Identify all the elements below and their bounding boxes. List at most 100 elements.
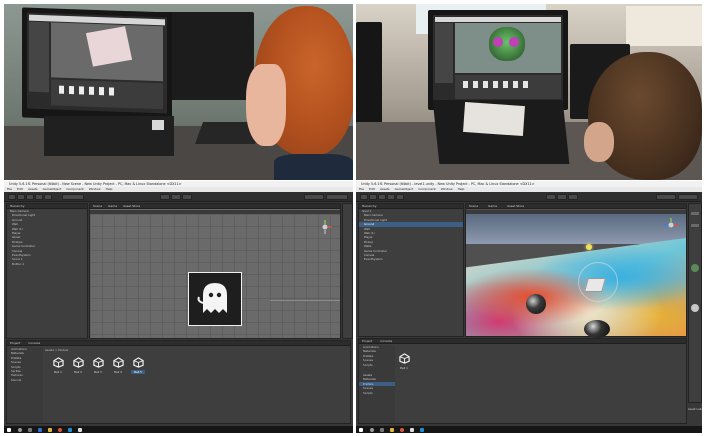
project-tabs: Project Console	[7, 341, 350, 346]
unity-asset-icon[interactable]	[399, 353, 410, 364]
unity-editor-right: Unity 5.6.1f1 Personal (64bit) - level1.…	[356, 181, 702, 433]
scene-sky	[466, 214, 686, 244]
asset-label: Ball 1	[400, 366, 408, 370]
photo-student-right	[356, 4, 702, 180]
step-button[interactable]	[568, 194, 578, 200]
move-tool-button[interactable]	[17, 194, 25, 200]
layers-dropdown[interactable]	[656, 194, 676, 200]
rotate-gizmo[interactable]	[578, 262, 618, 302]
project-breadcrumb: Assets > Models	[45, 348, 69, 352]
unity-asset-icon[interactable]	[113, 357, 124, 368]
rect-tool-button[interactable]	[44, 194, 52, 200]
task-view-icon[interactable]	[28, 427, 32, 432]
tab-project[interactable]: Project	[10, 341, 20, 345]
scene-tabs: Scene Game Asset Store	[90, 204, 340, 209]
move-tool-button[interactable]	[369, 194, 377, 200]
layout-dropdown[interactable]	[678, 194, 698, 200]
folder-item[interactable]: Sounds	[7, 378, 43, 382]
tab-asset-store[interactable]: Asset Store	[507, 204, 524, 208]
project-tabs: Project Console	[359, 339, 686, 344]
pause-button[interactable]	[557, 194, 567, 200]
store-icon[interactable]	[420, 427, 424, 432]
rotate-tool-button[interactable]	[378, 194, 386, 200]
pause-button[interactable]	[171, 194, 181, 200]
ball-object[interactable]	[584, 320, 610, 338]
play-button[interactable]	[546, 194, 556, 200]
file-explorer-icon[interactable]	[390, 427, 394, 432]
search-icon[interactable]	[18, 427, 22, 432]
unity-asset-icon[interactable]	[53, 357, 64, 368]
photo-student-ear	[584, 122, 614, 162]
inspector-panel	[688, 203, 702, 403]
step-button[interactable]	[182, 194, 192, 200]
photo-monitor	[22, 7, 172, 123]
tab-console[interactable]: Console	[28, 341, 40, 345]
photo-screen-image	[85, 26, 133, 67]
unity-asset-icon[interactable]	[73, 357, 84, 368]
unity-asset-icon[interactable]	[93, 357, 104, 368]
tab-game[interactable]: Game	[108, 204, 117, 208]
layers-dropdown[interactable]	[304, 194, 324, 200]
task-view-icon[interactable]	[380, 427, 384, 432]
photo-student-left	[4, 4, 353, 180]
photo-paper	[463, 101, 525, 137]
store-icon[interactable]	[68, 427, 72, 432]
folder-item[interactable]: Scripts	[359, 391, 395, 395]
scale-tool-button[interactable]	[35, 194, 43, 200]
layout-dropdown[interactable]	[326, 194, 348, 200]
unity-taskbar-icon[interactable]	[78, 427, 82, 432]
tab-console[interactable]: Console	[380, 339, 392, 343]
rotate-tool-button[interactable]	[26, 194, 34, 200]
scene-gizmo-icon	[322, 220, 332, 234]
project-panel: Project Console Animations Materials Pre…	[358, 338, 687, 424]
unity-editor-left: Unity 5.6.1f1 Personal (64bit) - New Sce…	[4, 181, 353, 433]
asset-label-selected: Ball 5	[131, 370, 145, 374]
scale-tool-button[interactable]	[387, 194, 395, 200]
pivot-toggle[interactable]	[62, 194, 84, 200]
tab-project[interactable]: Project	[362, 339, 372, 343]
photo-monitor-screen	[433, 15, 563, 103]
hand-tool-button[interactable]	[8, 194, 16, 200]
tab-scene[interactable]: Scene	[469, 204, 478, 208]
file-explorer-icon[interactable]	[48, 427, 52, 432]
scene-axis-line	[270, 300, 340, 301]
windows-start-icon[interactable]	[7, 427, 11, 432]
asset-label: Ball 2	[74, 370, 82, 374]
hierarchy-panel: Hierarchy Main Camera Directional Light …	[6, 203, 88, 339]
photo-monitor	[428, 10, 568, 110]
hierarchy-item[interactable]: Button 1	[7, 262, 87, 266]
light-icon[interactable]	[586, 244, 592, 250]
material-preview-icon	[691, 304, 699, 312]
painted-floor[interactable]	[466, 238, 686, 336]
chrome-icon[interactable]	[400, 427, 404, 432]
scene-gizmo[interactable]	[664, 218, 678, 232]
project-folder-tree: Animations Materials Prefabs Scenes Scri…	[7, 347, 43, 423]
hand-tool-button[interactable]	[360, 194, 368, 200]
chrome-icon[interactable]	[58, 427, 62, 432]
ghost-sprite[interactable]	[188, 272, 242, 326]
rect-tool-button[interactable]	[396, 194, 404, 200]
ball-object[interactable]	[526, 294, 546, 314]
scene-gizmo[interactable]	[318, 220, 332, 234]
asset-label: Ball 3	[94, 370, 102, 374]
tab-game[interactable]: Game	[488, 204, 497, 208]
windows-start-icon[interactable]	[359, 427, 363, 432]
photo-paper	[152, 120, 164, 130]
tab-scene[interactable]: Scene	[93, 204, 102, 208]
hierarchy-item[interactable]: EventSystem	[359, 257, 463, 261]
material-preview-icon	[691, 264, 699, 272]
scene-tabs: Scene Game Asset Store	[466, 204, 686, 209]
photo-student-shirt	[274, 154, 353, 180]
scene-view[interactable]: Scene Game Asset Store	[465, 203, 687, 338]
photo-monitor-side	[356, 22, 382, 132]
edge-icon[interactable]	[38, 427, 42, 432]
asset-label: Ball 4	[114, 370, 122, 374]
play-button[interactable]	[160, 194, 170, 200]
search-icon[interactable]	[370, 427, 374, 432]
scene-view[interactable]: Scene Game Asset Store	[89, 203, 341, 339]
asset-label: Ball 1	[54, 370, 62, 374]
unity-taskbar-icon[interactable]	[410, 427, 414, 432]
unity-asset-icon[interactable]	[133, 357, 144, 368]
tab-asset-store[interactable]: Asset Store	[123, 204, 140, 208]
photo-student-face	[246, 64, 286, 146]
